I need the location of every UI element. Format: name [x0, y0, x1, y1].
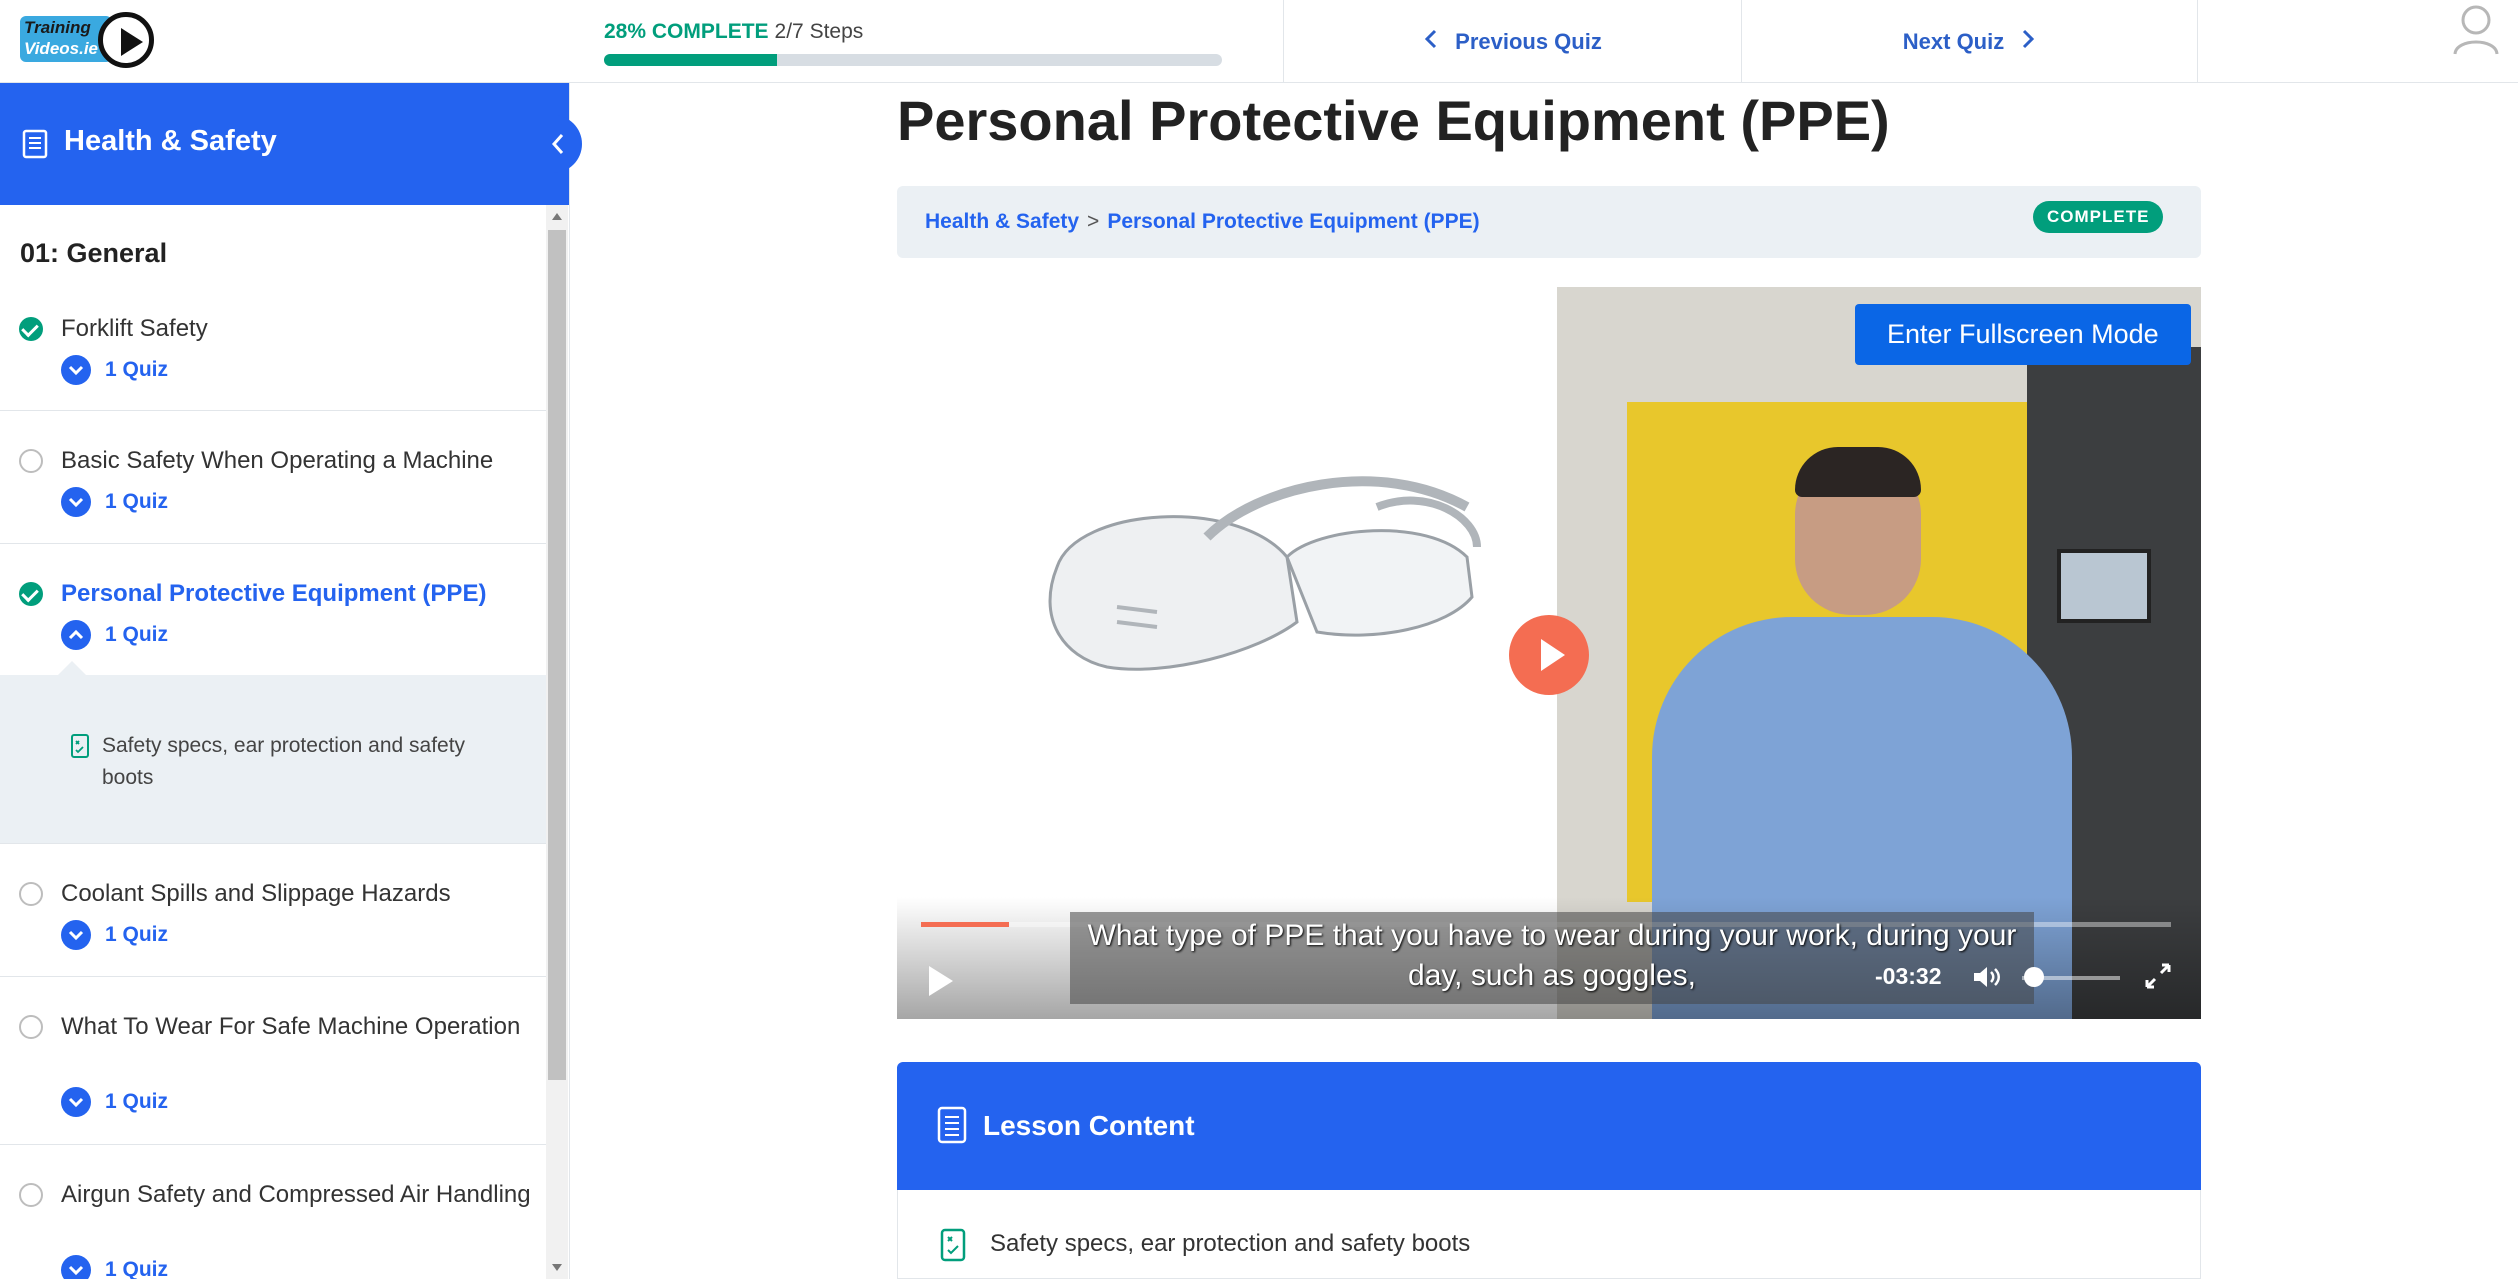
lesson-quiz-toggle[interactable]: 1 Quiz — [61, 1255, 168, 1279]
chevron-down-icon — [61, 355, 91, 385]
lesson-content-header: Lesson Content — [897, 1062, 2201, 1190]
incomplete-circle-icon — [19, 1183, 43, 1207]
progress-percent: 28% COMPLETE — [604, 20, 769, 43]
chevron-down-icon — [61, 1087, 91, 1117]
lesson-name[interactable]: Basic Safety When Operating a Machine — [61, 443, 531, 478]
course-sidebar: Health & Safety 01: General Forklift Saf… — [0, 83, 570, 1279]
chevron-down-icon — [61, 487, 91, 517]
play-overlay-icon[interactable] — [1509, 615, 1589, 695]
chevron-right-icon — [2020, 28, 2036, 56]
lesson-item-active[interactable]: Personal Protective Equipment (PPE) 1 Qu… — [0, 544, 546, 844]
chevron-left-icon — [1423, 28, 1439, 56]
lesson-name[interactable]: Forklift Safety — [61, 311, 531, 346]
chevron-down-icon — [61, 1255, 91, 1279]
quiz-count: 1 Quiz — [105, 1090, 169, 1113]
section-title: 01: General — [20, 238, 168, 268]
quiz-count: 1 Quiz — [105, 923, 169, 946]
chevron-down-icon — [61, 920, 91, 950]
instructor-hair — [1795, 447, 1921, 497]
previous-quiz-label: Previous Quiz — [1455, 28, 1602, 54]
quiz-count: 1 Quiz — [105, 358, 169, 381]
logo-line1: Training — [24, 18, 91, 37]
collapse-sidebar-button[interactable] — [536, 115, 582, 173]
progress-bar — [604, 54, 1222, 66]
lesson-item[interactable]: Airgun Safety and Compressed Air Handlin… — [0, 1145, 546, 1279]
time-remaining: -03:32 — [1875, 963, 1942, 989]
next-quiz-button[interactable]: Next Quiz — [1741, 0, 2198, 83]
lesson-item[interactable]: Coolant Spills and Slippage Hazards 1 Qu… — [0, 844, 546, 977]
volume-knob[interactable] — [2023, 967, 2044, 987]
quiz-item-link[interactable]: Safety specs, ear protection and safety … — [102, 730, 502, 794]
quiz-dropdown: Safety specs, ear protection and safety … — [0, 661, 546, 843]
status-badge: COMPLETE — [2033, 201, 2164, 233]
video-caption: What type of PPE that you have to wear d… — [1070, 912, 2034, 1004]
scroll-down-icon[interactable] — [552, 1264, 562, 1271]
enter-fullscreen-button[interactable]: Enter Fullscreen Mode — [1855, 304, 2191, 365]
lesson-list: 01: General Forklift Safety 1 Quiz Basic… — [0, 205, 546, 1279]
fullscreen-icon[interactable] — [2144, 962, 2172, 990]
breadcrumb-separator: > — [1087, 210, 1100, 233]
lesson-quiz-toggle[interactable]: 1 Quiz — [61, 355, 168, 385]
lesson-content-list: Safety specs, ear protection and safety … — [897, 1190, 2201, 1279]
sidebar-scrollbar[interactable] — [546, 205, 568, 1279]
course-progress: 28% COMPLETE 2/7 Steps — [604, 20, 1224, 66]
quiz-icon — [70, 733, 90, 759]
lesson-content-item[interactable]: Safety specs, ear protection and safety … — [990, 1230, 1470, 1258]
chevron-up-icon — [61, 620, 91, 650]
machine-screen — [2057, 549, 2151, 623]
course-icon — [22, 129, 48, 159]
next-quiz-label: Next Quiz — [1902, 28, 2005, 54]
scroll-up-icon[interactable] — [552, 213, 562, 220]
video-seek-fill — [921, 922, 1009, 927]
logo-play-icon — [98, 12, 154, 68]
quiz-icon — [940, 1228, 966, 1262]
lesson-item[interactable]: Forklift Safety 1 Quiz — [0, 291, 546, 411]
site-logo[interactable]: Training Videos.ie — [20, 12, 155, 68]
scrollbar-thumb[interactable] — [548, 230, 566, 1080]
lesson-name[interactable]: Coolant Spills and Slippage Hazards — [61, 876, 531, 911]
quiz-count: 1 Quiz — [105, 623, 169, 646]
lesson-name-active[interactable]: Personal Protective Equipment (PPE) — [61, 576, 531, 611]
previous-quiz-button[interactable]: Previous Quiz — [1283, 0, 1741, 83]
document-icon — [937, 1106, 967, 1144]
breadcrumb-course-link[interactable]: Health & Safety — [925, 210, 1079, 233]
quiz-count: 1 Quiz — [105, 1258, 169, 1279]
lesson-quiz-toggle[interactable]: 1 Quiz — [61, 620, 168, 650]
breadcrumb-lesson-link[interactable]: Personal Protective Equipment (PPE) — [1107, 210, 1479, 233]
progress-steps: 2/7 Steps — [774, 20, 864, 43]
lesson-item[interactable]: Basic Safety When Operating a Machine 1 … — [0, 411, 546, 544]
logo-line2: Videos.ie — [24, 39, 99, 58]
incomplete-circle-icon — [19, 882, 43, 906]
safety-glasses-image — [1048, 476, 1481, 671]
top-bar: Training Videos.ie 28% COMPLETE 2/7 Steps… — [0, 0, 2518, 83]
lesson-quiz-toggle[interactable]: 1 Quiz — [61, 487, 168, 517]
complete-check-icon — [19, 317, 43, 341]
play-icon[interactable] — [929, 966, 953, 996]
incomplete-circle-icon — [19, 1015, 43, 1039]
incomplete-circle-icon — [19, 449, 43, 473]
lesson-name[interactable]: Airgun Safety and Compressed Air Handlin… — [61, 1177, 531, 1212]
video-player[interactable] — [897, 287, 2201, 1019]
breadcrumb: Health & Safety > Personal Protective Equi… — [897, 186, 2201, 258]
progress-bar-fill — [604, 54, 778, 66]
lesson-quiz-toggle[interactable]: 1 Quiz — [61, 1087, 168, 1117]
complete-check-icon — [19, 582, 43, 606]
lesson-content-title: Lesson Content — [983, 1110, 1195, 1141]
lesson-item[interactable]: What To Wear For Safe Machine Operation … — [0, 977, 546, 1145]
lesson-name[interactable]: What To Wear For Safe Machine Operation — [61, 1009, 531, 1044]
user-avatar[interactable] — [2452, 4, 2500, 56]
volume-icon[interactable] — [1972, 964, 2002, 990]
course-title[interactable]: Health & Safety — [64, 125, 277, 158]
page-title: Personal Protective Equipment (PPE) — [897, 89, 1890, 152]
lesson-quiz-toggle[interactable]: 1 Quiz — [61, 920, 168, 950]
quiz-count: 1 Quiz — [105, 490, 169, 513]
sidebar-header: Health & Safety — [0, 83, 569, 205]
